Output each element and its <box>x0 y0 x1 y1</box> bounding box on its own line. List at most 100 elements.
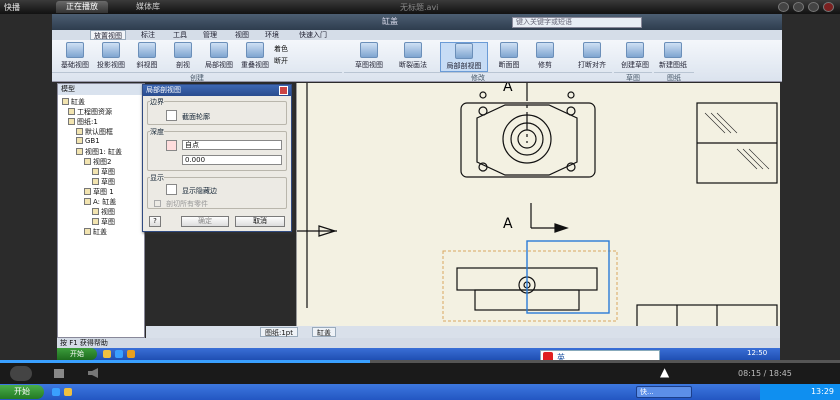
tree-node-part[interactable]: 缸盖 <box>84 227 107 237</box>
tab-tools[interactable]: 工具 <box>170 30 190 40</box>
overlay-view-icon <box>246 42 264 58</box>
tree-node-sketch-b[interactable]: 草图 <box>92 177 115 187</box>
system-tray: 13:29 <box>760 384 840 400</box>
crop-icon <box>536 42 554 58</box>
tree-node-gb1[interactable]: GB1 <box>76 137 100 145</box>
ok-button[interactable]: 确定 <box>181 216 229 227</box>
tree-node-view1[interactable]: 视图1: 缸盖 <box>76 147 122 157</box>
section-view-button[interactable]: 剖视 <box>166 42 200 72</box>
group-sheets: 图纸 <box>654 72 694 82</box>
auxiliary-view-icon <box>138 42 156 58</box>
break-out-view-button[interactable]: 局部剖视图 <box>440 42 488 72</box>
section-label-top: A <box>503 83 513 95</box>
tab-environments[interactable]: 环境 <box>262 30 282 40</box>
ie-outer-icon[interactable] <box>52 388 60 396</box>
sheet-tab-2[interactable]: 缸盖 <box>312 327 336 337</box>
folder-outer-icon[interactable] <box>64 388 72 396</box>
pause-icon[interactable] <box>10 366 32 381</box>
cancel-button[interactable]: 取消 <box>235 216 285 227</box>
tree-node-sketch-a[interactable]: 草图 <box>92 167 115 177</box>
help-search-input[interactable]: 键入关键字或短语 <box>512 17 642 28</box>
base-view-button[interactable]: 基础视图 <box>58 42 92 72</box>
display-label: 显示 <box>150 173 164 183</box>
folder-quick-icon[interactable] <box>103 350 111 358</box>
draft-view-button[interactable]: 草图视图 <box>352 42 386 72</box>
base-view-icon <box>66 42 84 58</box>
depth-mode-select[interactable]: 自点 <box>182 140 282 150</box>
player-controls: ▲ <box>0 363 840 384</box>
new-sheet-button[interactable]: 新建图纸 <box>656 42 690 72</box>
minimize-icon[interactable] <box>778 2 789 12</box>
tree-node-sketch-c[interactable]: 草图 <box>92 217 115 227</box>
task-button-player[interactable]: 快... <box>636 386 692 398</box>
tab-place-views[interactable]: 放置视图 <box>90 30 126 40</box>
dialog-close-icon[interactable] <box>279 86 288 95</box>
tab-get-started[interactable]: 快速入门 <box>296 30 330 40</box>
select-point-icon[interactable] <box>166 140 177 151</box>
tab-manage[interactable]: 管理 <box>200 30 220 40</box>
ie-quick-icon[interactable] <box>115 350 123 358</box>
projected-view-button[interactable]: 投影视图 <box>94 42 128 72</box>
depth-label: 深度 <box>150 127 164 137</box>
auxiliary-view-button[interactable]: 斜视图 <box>130 42 164 72</box>
tree-node-section-a[interactable]: A: 缸盖 <box>84 197 116 207</box>
model-browser: 模型 缸盖 工程图资源 图纸:1 默认图框 GB1 视图1: 缸盖 视图2 草图… <box>57 83 145 338</box>
app-quick-icon[interactable] <box>127 350 135 358</box>
depth-value-input[interactable]: 0.000 <box>182 155 282 165</box>
part-icon <box>62 98 69 105</box>
shading-button[interactable]: 着色 <box>274 44 288 54</box>
section-label-bottom: A <box>503 216 513 232</box>
tab-view[interactable]: 视图 <box>232 30 252 40</box>
cursor-icon: ▲ <box>660 365 670 379</box>
sheet-tab-1[interactable]: 图纸:1pt <box>260 327 298 337</box>
select-cursor-icon[interactable] <box>166 110 177 121</box>
sheet-icon <box>68 118 75 125</box>
tree-node-sheet[interactable]: 图纸:1 <box>68 117 98 127</box>
tree-node-view[interactable]: 视图 <box>92 207 115 217</box>
detail-view-button[interactable]: 局部视图 <box>202 42 236 72</box>
break-button[interactable]: 断裂画法 <box>396 42 430 72</box>
break-link-button[interactable]: 断开 <box>274 56 288 66</box>
player-file-title: 无标题.avi <box>400 3 439 12</box>
close-icon[interactable] <box>823 2 834 12</box>
tree-node-view2[interactable]: 视图2 <box>84 157 111 167</box>
restore-icon[interactable] <box>808 2 819 12</box>
sketch-icon <box>92 168 99 175</box>
tree-node-border[interactable]: 默认图框 <box>76 127 113 137</box>
display-section: 显示 显示隐藏边 剖切所有零件 <box>147 173 287 209</box>
document-title: 缸盖 <box>382 17 398 26</box>
part-icon <box>84 228 91 235</box>
tree-node-resources[interactable]: 工程图资源 <box>68 107 112 117</box>
help-button[interactable]: ? <box>149 216 161 227</box>
break-alignment-icon <box>583 42 601 58</box>
inner-start-button[interactable]: 开始 <box>57 348 97 360</box>
cut-all-checkbox[interactable] <box>154 200 161 207</box>
create-sketch-button[interactable]: 创建草图 <box>618 42 652 72</box>
outer-start-button[interactable]: 开始 <box>0 385 44 399</box>
browser-header[interactable]: 模型 <box>58 84 144 95</box>
boundary-section: 边界 截面轮廓 <box>147 97 287 125</box>
tab-now-playing[interactable]: 正在播放 <box>56 1 108 13</box>
inventor-title-bar: 缸盖 键入关键字或短语 <box>52 14 782 30</box>
maximize-icon[interactable] <box>793 2 804 12</box>
tree-node-sketch1[interactable]: 草图 1 <box>84 187 114 197</box>
tab-annotate[interactable]: 标注 <box>138 30 158 40</box>
view-icon <box>84 158 91 165</box>
tab-media-library[interactable]: 媒体库 <box>126 1 170 13</box>
tree-node-root[interactable]: 缸盖 <box>62 97 85 107</box>
stop-icon[interactable] <box>54 369 64 378</box>
break-icon <box>404 42 422 58</box>
crop-button[interactable]: 修剪 <box>528 42 562 72</box>
sketch-icon <box>92 218 99 225</box>
overlay-view-button[interactable]: 重叠视图 <box>238 42 272 72</box>
group-modify: 修改 <box>344 72 612 82</box>
drawing-sheet[interactable]: A A <box>296 79 780 328</box>
create-sketch-icon <box>626 42 644 58</box>
break-alignment-button[interactable]: 打断对齐 <box>570 42 614 72</box>
section-view-icon <box>174 42 192 58</box>
show-hidden-icon[interactable] <box>166 184 177 195</box>
volume-icon[interactable] <box>88 368 98 378</box>
cut-all-label: 剖切所有零件 <box>166 200 208 208</box>
detail-view-icon <box>210 42 228 58</box>
slice-button[interactable]: 断面图 <box>492 42 526 72</box>
